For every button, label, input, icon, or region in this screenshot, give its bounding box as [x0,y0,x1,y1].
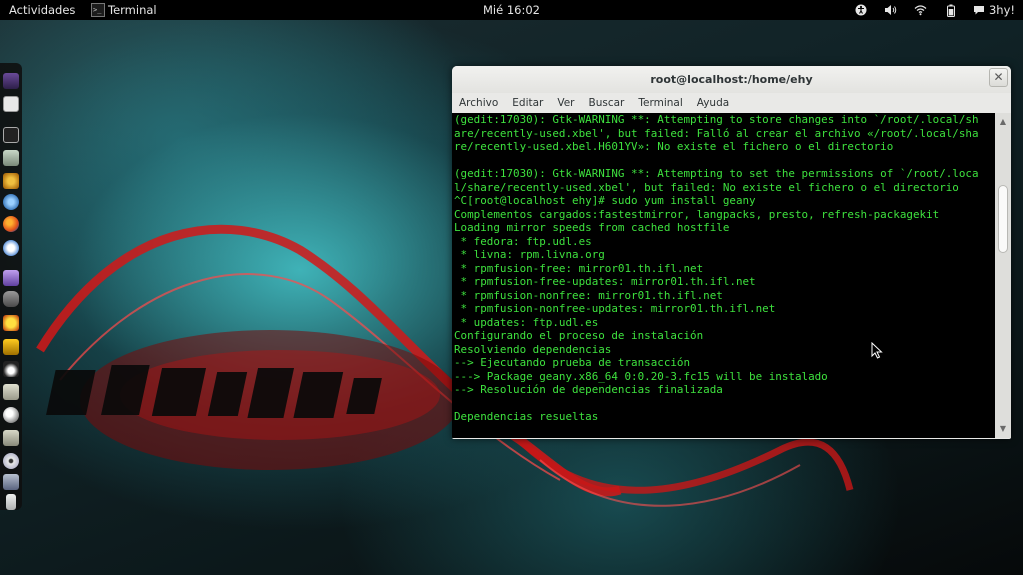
scrollbar-thumb[interactable] [998,185,1008,253]
terminal-line: ^C[root@localhost ehy]# sudo yum install… [454,194,756,207]
terminal-line: Complementos cargados:fastestmirror, lan… [454,207,940,221]
close-button[interactable]: ✕ [989,68,1008,87]
folder-icon[interactable] [3,384,19,400]
terminal-line: Dependencias resueltas [454,410,599,423]
app-menu[interactable]: >_ Terminal [91,0,157,20]
volume-icon[interactable] [884,3,898,17]
terminal-line: Resolviendo dependencias [454,342,612,356]
crossword-icon[interactable] [3,339,19,355]
terminal-line: * rpmfusion-nonfree: mirror01.th.ifl.net [454,288,723,302]
user-name: 3hy! [988,3,1015,17]
terminal-line: are/recently-used.xbel', but failed: Fal… [454,126,979,140]
terminal-line: (gedit:17030): Gtk-WARNING **: Attemptin… [454,167,979,180]
terminal-line: (gedit:17030): Gtk-WARNING **: Attemptin… [454,113,979,126]
calculator-icon[interactable] [3,150,19,166]
terminal-line: * livna: rpm.livna.org [454,248,605,261]
terminal-output[interactable]: (gedit:17030): Gtk-WARNING **: Attemptin… [452,113,995,438]
wifi-icon[interactable] [914,3,928,17]
menu-terminal[interactable]: Terminal [638,93,682,113]
network-icon[interactable] [3,194,19,210]
menu-bar: Archivo Editar Ver Buscar Terminal Ayuda [452,93,1011,113]
menu-ver[interactable]: Ver [557,93,574,113]
terminal-line: * fedora: ftp.udl.es [454,234,592,248]
menu-archivo[interactable]: Archivo [459,93,498,113]
menu-editar[interactable]: Editar [512,93,543,113]
terminal-line: --> Ejecutando prueba de transacción [454,356,691,369]
terminal-line: * rpmfusion-free-updates: mirror01.th.if… [454,275,756,288]
text-editor-icon[interactable] [3,96,19,112]
app-launcher-icon[interactable] [3,73,19,89]
terminal-window: root@localhost:/home/ehy ✕ Archivo Edita… [452,66,1011,439]
chat-status-icon [973,5,984,14]
messenger-icon[interactable] [3,270,19,286]
window-icon[interactable] [3,474,19,490]
close-icon: ✕ [993,70,1004,84]
window-titlebar[interactable]: root@localhost:/home/ehy ✕ [452,66,1011,93]
terminal-line: Loading mirror speeds from cached hostfi… [454,221,730,234]
battery-icon[interactable] [944,3,958,17]
window-title: root@localhost:/home/ehy [650,73,813,86]
terminal-line: l/share/recently-used.xbel', but failed:… [454,180,959,194]
firefox-icon[interactable] [3,216,19,232]
terminal-app-icon: >_ [91,3,105,17]
scroll-down-icon[interactable]: ▼ [997,423,1009,435]
usb-icon[interactable] [6,494,16,510]
accessibility-icon[interactable] [854,3,868,17]
disc-icon[interactable] [3,453,19,469]
mouse-pointer-icon [871,342,883,359]
terminal-line: re/recently-used.xbel.H601YV»: No existe… [454,140,894,153]
penguin-icon[interactable] [3,361,19,377]
scroll-up-icon[interactable]: ▲ [997,116,1009,128]
folder-icon[interactable] [3,430,19,446]
terminal-line: * rpmfusion-nonfree-updates: mirror01.th… [454,302,776,315]
terminal-scrollbar[interactable]: ▲ ▼ [995,113,1011,438]
user-menu[interactable]: 3hy! [973,0,1015,20]
menu-buscar[interactable]: Buscar [589,93,625,113]
activities-button[interactable]: Actividades [9,0,75,20]
terminal-icon[interactable] [3,127,19,143]
menu-ayuda[interactable]: Ayuda [697,93,729,113]
pacman-icon[interactable] [3,315,19,331]
pidgin-icon[interactable] [3,291,19,307]
terminal-line: * updates: ftp.udl.es [454,315,599,329]
terminal-line: * rpmfusion-free: mirror01.th.ifl.net [454,261,704,275]
search-icon[interactable] [3,407,19,423]
terminal-line: --> Resolución de dependencias finalizad… [454,383,723,396]
chat-icon[interactable] [3,240,19,256]
terminal-line: Configurando el proceso de instalación [454,329,704,342]
dash-dock [0,63,22,510]
status-area: 3hy! [838,0,1015,20]
top-bar: Actividades >_ Terminal Mié 16:02 3hy! [0,0,1023,20]
tool-icon[interactable] [3,173,19,189]
app-name: Terminal [108,3,157,17]
terminal-line: ---> Package geany.x86_64 0:0.20-3.fc15 … [454,369,828,383]
clock[interactable]: Mié 16:02 [483,3,540,17]
